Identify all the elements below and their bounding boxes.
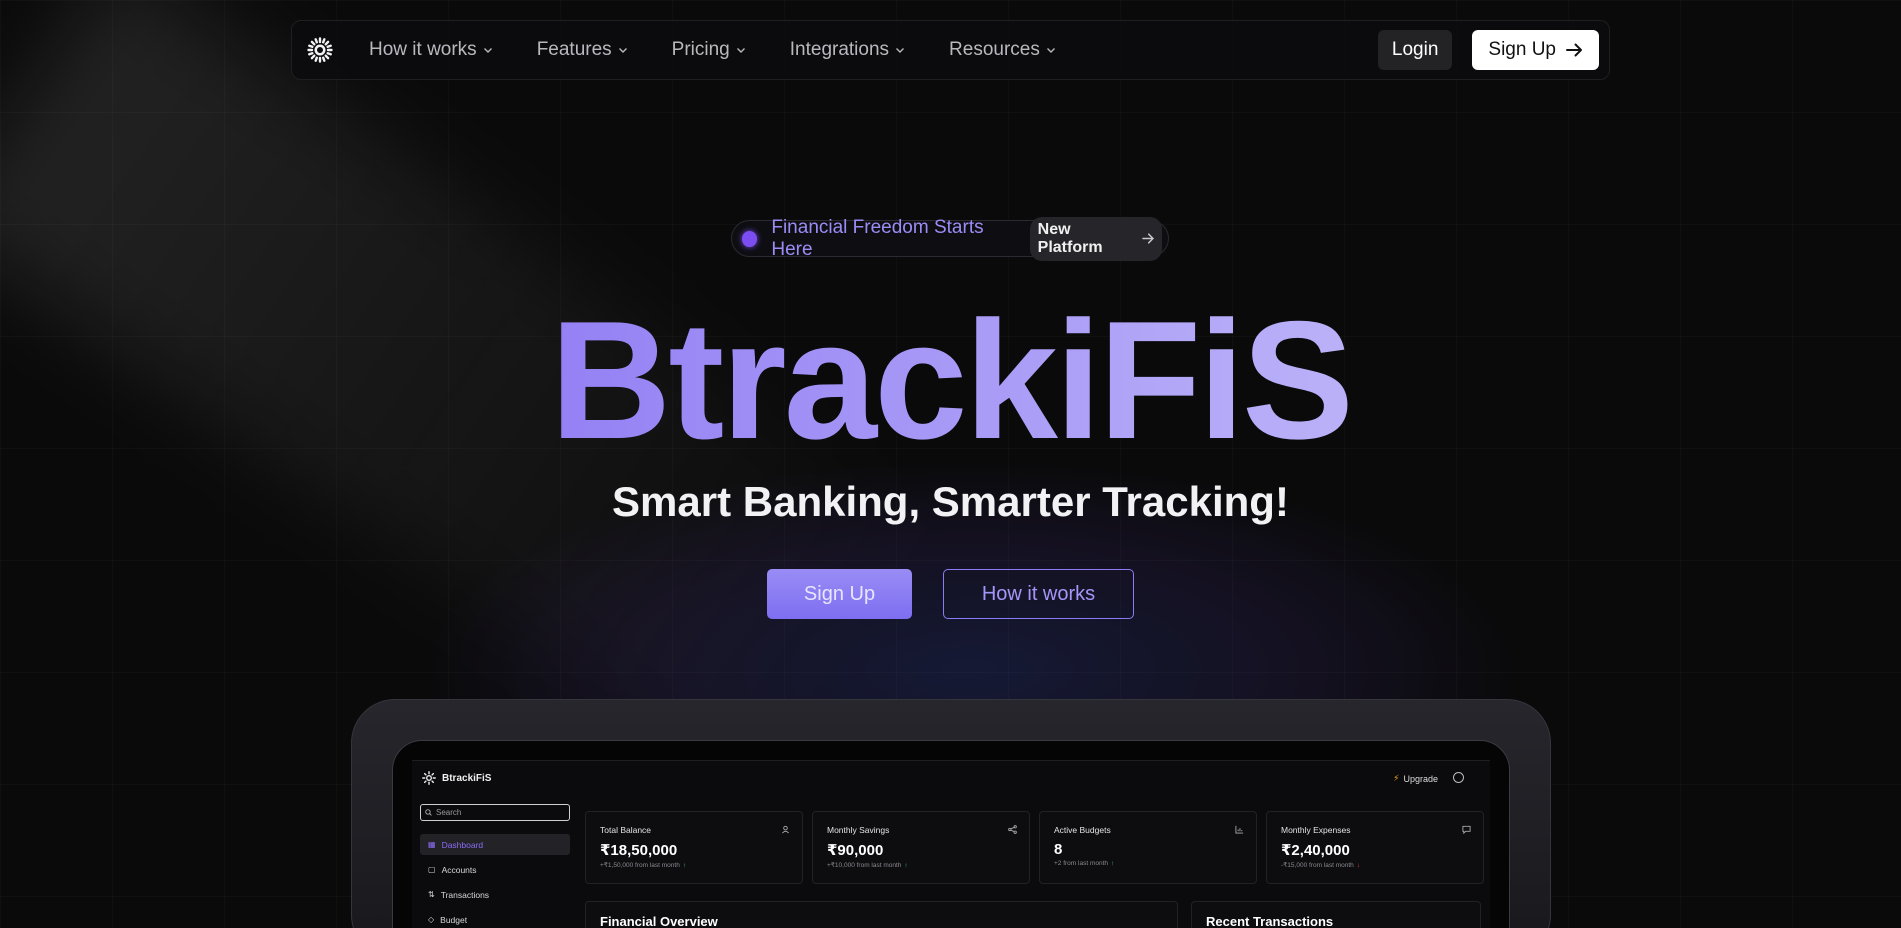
status-dot	[742, 230, 758, 247]
nav-item-features[interactable]: Features	[537, 39, 628, 61]
nav-item-label: Integrations	[789, 39, 890, 60]
lightning-icon: ⚡	[1393, 773, 1400, 783]
card-value: 8	[1054, 841, 1063, 858]
signup-nav-label: Sign Up	[1488, 39, 1556, 60]
stat-card-active-budgets[interactable]: Active Budgets 8 +2 from last month ↑	[1039, 811, 1257, 884]
new-platform-badge[interactable]: New Platform	[1029, 216, 1162, 261]
arrow-up-icon: ↑	[682, 861, 687, 869]
hero-signup-button[interactable]: Sign Up	[767, 569, 912, 619]
arrow-up-icon: ↑	[904, 861, 908, 869]
stat-card-total-balance[interactable]: Total Balance ₹18,50,000 +₹1,50,000 from…	[585, 811, 803, 884]
card-delta: +₹10,000 from last month ↑	[827, 861, 1015, 870]
sidebar-item-label: Transactions	[440, 889, 490, 900]
hero-subtitle: Smart Banking, Smarter Tracking!	[612, 478, 1289, 525]
card-value: ₹2,40,000	[1281, 842, 1350, 859]
card-value: ₹18,50,000	[600, 842, 678, 859]
recent-transactions-panel: Recent Transactions	[1191, 901, 1481, 928]
dashboard-header: BtrackiFiS	[422, 771, 491, 785]
dashboard-brand: BtrackiFiS	[442, 772, 492, 784]
nav-item-resources[interactable]: Resources	[949, 39, 1056, 61]
hero-title: BtrackiFiS	[0, 290, 1901, 470]
card-delta-text: +₹10,000 from last month	[827, 862, 902, 869]
grid-icon: ▦	[428, 840, 436, 849]
card-label: Monthly Expenses	[1281, 825, 1351, 835]
nav-item-label: How it works	[369, 39, 477, 60]
arrow-right-icon	[1566, 43, 1582, 57]
sidebar-item-label: Accounts	[441, 864, 477, 875]
pill-text: Financial Freedom Starts Here	[771, 216, 984, 260]
card-delta: -₹15,000 from last month ↓	[1281, 861, 1469, 870]
sidebar-item-transactions[interactable]: ⇅ Transactions	[420, 884, 570, 905]
help-icon[interactable]	[1453, 772, 1464, 783]
card-label: Total Balance	[600, 825, 652, 835]
card-delta: +2 from last month ↑	[1054, 860, 1242, 867]
card-value: ₹90,000	[827, 842, 884, 859]
share-icon	[1008, 825, 1017, 834]
bar-chart-icon	[1235, 825, 1244, 834]
search-placeholder: Search	[436, 808, 462, 817]
badge-label: New Platform	[1037, 220, 1103, 256]
stat-card-monthly-expenses[interactable]: Monthly Expenses ₹2,40,000 -₹15,000 from…	[1266, 811, 1484, 884]
card-delta: +₹1,50,000 from last month ↑	[600, 861, 788, 870]
stat-cards: Total Balance ₹18,50,000 +₹1,50,000 from…	[585, 811, 1484, 884]
sidebar-item-label: Dashboard	[441, 839, 484, 850]
sidebar-item-label: Budget	[440, 914, 468, 925]
card-delta-text: +₹1,50,000 from last month	[600, 862, 680, 869]
sidebar-item-dashboard[interactable]: ▦ Dashboard	[420, 834, 570, 855]
wallet-icon: ▢	[428, 865, 436, 874]
logo-icon	[422, 771, 436, 785]
card-label: Active Budgets	[1054, 825, 1111, 835]
financial-overview-panel: Financial Overview	[585, 901, 1178, 928]
panel-title: Recent Transactions	[1206, 914, 1334, 928]
transfer-icon: ⇅	[428, 890, 435, 899]
message-icon	[1462, 825, 1471, 834]
arrow-right-icon	[1141, 233, 1154, 244]
nav-item-label: Resources	[949, 39, 1040, 60]
nav-item-label: Pricing	[671, 39, 730, 60]
stat-card-monthly-savings[interactable]: Monthly Savings ₹90,000 +₹10,000 from la…	[812, 811, 1030, 884]
card-delta-text: -₹15,000 from last month	[1281, 862, 1354, 869]
top-navbar: How it works Features Pricing Integratio…	[291, 20, 1610, 80]
sidebar-item-budget[interactable]: ◇ Budget	[420, 909, 570, 928]
chevron-down-icon	[736, 48, 745, 53]
chevron-down-icon	[896, 48, 905, 53]
upgrade-button[interactable]: ⚡ Upgrade	[1393, 773, 1438, 784]
nav-actions: Login Sign Up	[1377, 30, 1599, 70]
nav-links: How it works Features Pricing Integratio…	[369, 39, 1100, 61]
card-label: Monthly Savings	[827, 825, 890, 835]
arrow-down-icon: ↓	[1356, 861, 1361, 869]
chevron-down-icon	[618, 48, 627, 53]
dashboard-sidebar: ▦ Dashboard ▢ Accounts ⇅ Transactions ◇ …	[420, 834, 570, 928]
arrow-up-icon: ↑	[1111, 860, 1115, 867]
nav-item-pricing[interactable]: Pricing	[672, 39, 746, 61]
dashboard-preview: BtrackiFiS ⚡ Upgrade Search ▦ Dashboard …	[412, 760, 1490, 928]
tag-icon: ◇	[428, 915, 435, 924]
signup-nav-button[interactable]: Sign Up	[1472, 30, 1599, 70]
chevron-down-icon	[483, 48, 492, 53]
announcement-pill[interactable]: Financial Freedom Starts Here New Platfo…	[731, 216, 1169, 261]
search-icon	[425, 809, 432, 816]
sidebar-item-accounts[interactable]: ▢ Accounts	[420, 859, 570, 880]
chevron-down-icon	[1046, 48, 1055, 53]
login-button[interactable]: Login	[1377, 30, 1453, 70]
upgrade-label: Upgrade	[1403, 773, 1438, 784]
nav-item-how-it-works[interactable]: How it works	[369, 39, 493, 61]
hero-how-it-works-button[interactable]: How it works	[943, 569, 1134, 619]
panel-title: Financial Overview	[600, 914, 718, 928]
card-delta-text: +2 from last month	[1054, 860, 1109, 867]
users-icon	[782, 825, 789, 834]
nav-item-integrations[interactable]: Integrations	[790, 39, 905, 61]
search-input[interactable]: Search	[420, 804, 570, 821]
nav-item-label: Features	[536, 39, 612, 60]
logo-icon[interactable]	[306, 36, 334, 64]
